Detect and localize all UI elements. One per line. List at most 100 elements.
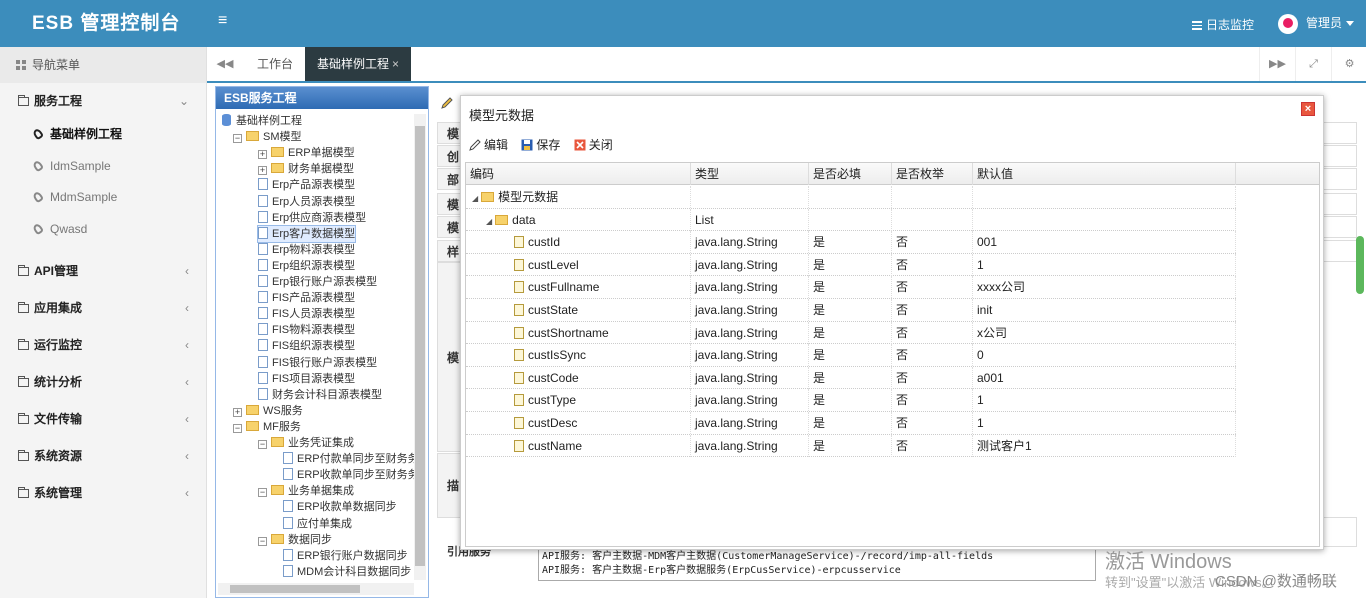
table-row[interactable]: custCode java.lang.String 是否 a001 [466,366,1236,390]
tree-leaf[interactable]: Erp供应商源表模型 [258,210,366,226]
table-row[interactable]: custIsSync java.lang.String 是否 0 [466,344,1236,367]
tree-leaf[interactable]: FIS产品源表模型 [258,290,355,306]
expand-icon[interactable]: + [258,150,267,160]
tree-leaf[interactable]: Erp产品源表模型 [258,177,355,193]
tree-leaf[interactable]: FIS组织源表模型 [258,338,355,354]
form-field[interactable] [1320,216,1357,238]
tree-leaf[interactable]: Erp银行账户源表模型 [258,274,377,290]
expand-arrow-icon[interactable]: ◢ [472,194,478,203]
col-code[interactable]: 编码 [466,163,691,185]
table-row[interactable]: custLevel java.lang.String 是否 1 [466,253,1236,277]
collapse-icon[interactable]: − [258,440,267,449]
cell-type: java.lang.String [691,366,809,389]
fullscreen-icon[interactable]: ⤢ [1295,47,1331,81]
form-field[interactable] [1320,193,1357,215]
save-button[interactable]: 保存 [521,136,560,153]
table-row[interactable]: custType java.lang.String 是否 1 [466,389,1236,412]
tree-horizontal-scrollbar[interactable] [218,583,414,595]
table-row[interactable]: ◢ data List [466,208,1236,232]
table-row[interactable]: custShortname java.lang.String 是否 x公司 [466,321,1236,345]
col-enum[interactable]: 是否枚举 [892,163,973,185]
sidebar-group[interactable]: 运行监控 ‹ [0,333,207,357]
collapse-icon[interactable]: − [258,536,267,546]
tree-folder[interactable]: + ERP单据模型 [258,145,355,161]
tree-leaf[interactable]: FIS物料源表模型 [258,322,355,338]
tree-leaf[interactable]: Erp组织源表模型 [258,258,355,274]
tree-leaf[interactable]: 应付单集成 [283,516,352,532]
tab-scroll-right-icon[interactable]: ▶▶ [1259,47,1295,81]
sidebar-item[interactable]: MdmSample [0,186,207,208]
tree-leaf[interactable]: ERP付款单同步至财务务 [283,451,414,467]
file-icon [258,339,268,352]
reference-services-textarea[interactable]: API服务: 客户主数据-MDM客户主数据(CustomerManageServ… [538,549,1096,581]
log-monitor-link[interactable]: 日志监控 [1192,16,1254,33]
pencil-icon[interactable] [441,97,453,109]
collapse-icon[interactable]: − [233,134,242,144]
col-type[interactable]: 类型 [691,163,809,185]
tree-folder[interactable]: − 数据同步 [258,532,332,548]
table-row[interactable]: custName java.lang.String 是否测试客户1 [466,434,1236,458]
user-menu[interactable]: 管理员 [1278,12,1355,34]
tree-root[interactable]: 基础样例工程 [222,113,302,129]
page-scrollbar[interactable] [1356,236,1364,294]
sidebar-item[interactable]: 基础样例工程 [0,123,207,145]
tree-folder[interactable]: + WS服务 [233,403,303,419]
form-field[interactable] [1320,168,1357,190]
tree-leaf[interactable]: Erp客户数据模型 [256,224,357,243]
tree-folder[interactable]: − MF服务 [233,419,301,435]
tree-leaf[interactable]: Erp人员源表模型 [258,194,355,210]
expand-icon[interactable]: + [258,166,267,176]
form-label: 描 [437,453,461,518]
table-row[interactable]: ◢ 模型元数据 [466,186,1236,209]
table-row[interactable]: custState java.lang.String 是否 init [466,299,1236,322]
form-field[interactable] [1320,240,1357,262]
tab-close-icon[interactable]: × [392,57,399,71]
tree-leaf[interactable]: ERP收款单数据同步 [283,499,397,515]
sidebar-group[interactable]: 系统资源 ‹ [0,444,207,468]
table-row[interactable]: custFullname java.lang.String 是否 xxxx公司 [466,276,1236,299]
tree-leaf[interactable]: ERP收款单同步至财务务 [283,467,414,483]
chevron-left-icon: ‹ [185,375,189,389]
form-field[interactable] [1320,145,1357,167]
close-button[interactable]: 关闭 [574,136,613,153]
menu-toggle-icon[interactable]: ≡ [218,12,227,30]
collapse-icon[interactable]: − [233,423,242,433]
form-field[interactable] [1320,122,1357,144]
col-required[interactable]: 是否必填 [809,163,892,185]
tree-leaf[interactable]: 财务会计科目源表模型 [258,387,382,403]
tree-leaf[interactable]: FIS项目源表模型 [258,371,355,387]
tab-workbench[interactable]: 工作台 [245,47,305,81]
tree-leaf[interactable]: Erp物料源表模型 [258,242,355,258]
tree-leaf[interactable]: MDM会计科目数据同步 [283,564,411,580]
gear-icon[interactable]: ⚙ [1331,47,1366,81]
tree-vertical-scrollbar[interactable] [414,114,426,580]
sidebar-item[interactable]: Qwasd [0,218,207,240]
sidebar-group[interactable]: 服务工程 ⌄ [0,89,207,113]
dialog-close-icon[interactable]: × [1301,102,1315,116]
cell-required: 是 [809,321,892,344]
tree-leaf[interactable]: FIS银行账户源表模型 [258,355,377,371]
sidebar-item[interactable]: IdmSample [0,155,207,177]
sidebar-group[interactable]: 系统管理 ‹ [0,481,207,505]
edit-button[interactable]: 编辑 [469,136,508,153]
col-default[interactable]: 默认值 [973,163,1236,185]
form-field[interactable] [1320,517,1357,547]
expand-arrow-icon[interactable]: ◢ [486,217,492,226]
expand-icon[interactable]: + [233,407,242,417]
tree-folder[interactable]: − 业务单据集成 [258,483,354,499]
sidebar-group[interactable]: 应用集成 ‹ [0,296,207,320]
sidebar-group-label: 应用集成 [34,301,83,315]
sidebar-group[interactable]: 文件传输 ‹ [0,407,207,431]
table-row[interactable]: custId java.lang.String 是否 001 [466,231,1236,254]
table-row[interactable]: custDesc java.lang.String 是否 1 [466,412,1236,435]
tab-scroll-left-icon[interactable]: ◀◀ [207,47,243,81]
sidebar-group[interactable]: API管理 ‹ [0,259,207,283]
sidebar-group[interactable]: 统计分析 ‹ [0,370,207,394]
tree-leaf[interactable]: FIS人员源表模型 [258,306,355,322]
tree-leaf[interactable]: ERP银行账户数据同步 [283,548,408,564]
tree-folder[interactable]: − SM模型 [233,129,302,145]
tab-basic-project[interactable]: 基础样例工程 × [305,47,412,81]
tree-folder[interactable]: − 业务凭证集成 [258,435,354,451]
collapse-icon[interactable]: − [258,488,267,498]
tree-folder[interactable]: + 财务单据模型 [258,161,354,177]
